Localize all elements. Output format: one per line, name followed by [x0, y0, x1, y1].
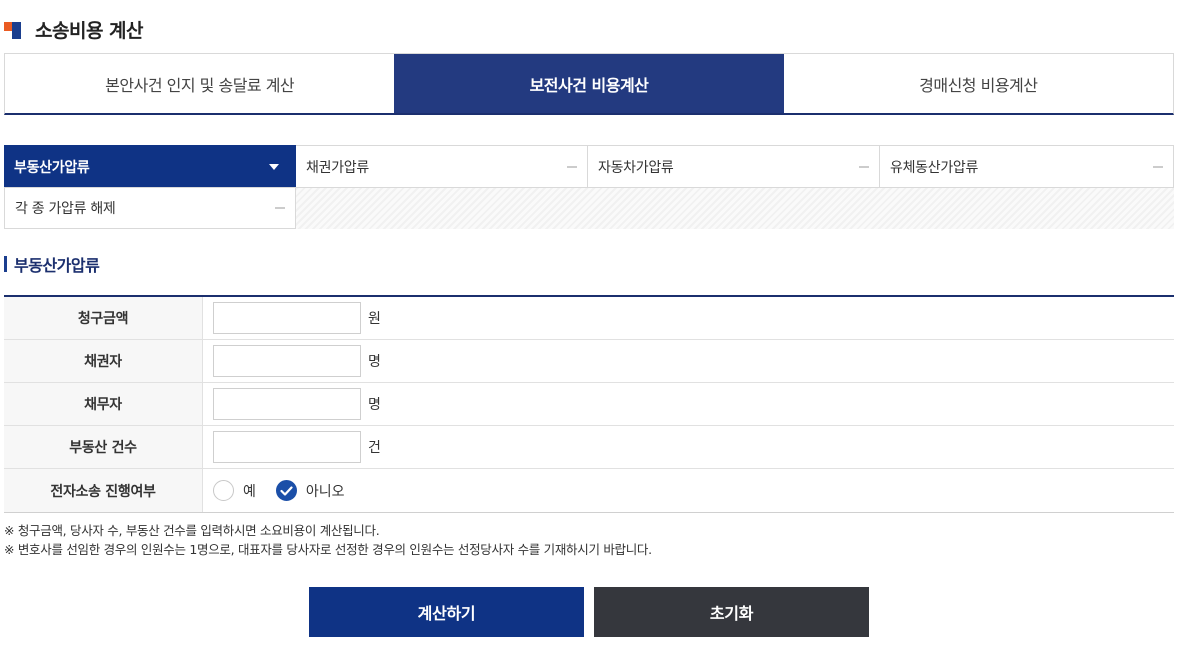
subtab-movable-attachment[interactable]: 유체동산가압류 [880, 145, 1174, 187]
tab-preservation-cost[interactable]: 보전사건 비용계산 [394, 54, 784, 113]
note-line: ※ 청구금액, 당사자 수, 부동산 건수를 입력하시면 소요비용이 계산됩니다… [4, 523, 380, 538]
claim-amount-label: 청구금액 [4, 297, 203, 339]
radio-no[interactable]: 아니오 [275, 480, 345, 501]
check-icon [280, 485, 293, 496]
cost-form: 청구금액 원 채권자 명 채무자 명 부동산 건수 건 전자소송 진행여부 예 … [4, 295, 1174, 513]
subtab-claim-attachment[interactable]: 채권가압류 [296, 145, 588, 187]
radio-yes-label: 예 [243, 483, 256, 500]
empty-tab-area [296, 187, 1174, 229]
page-title: 소송비용 계산 [35, 19, 144, 42]
subtab-vehicle-attachment[interactable]: 자동차가압류 [588, 145, 880, 187]
subtab-real-estate-attachment[interactable]: 부동산가압류 [4, 145, 296, 187]
reset-button[interactable]: 초기화 [594, 587, 869, 637]
claim-amount-unit: 원 [368, 311, 381, 327]
dash-icon [859, 165, 869, 168]
calculate-button[interactable]: 계산하기 [309, 587, 584, 637]
title-mark-icon [4, 20, 21, 39]
dash-icon [275, 207, 285, 209]
subtab-label: 부동산가압류 [14, 159, 90, 176]
claim-amount-input[interactable] [213, 302, 361, 334]
form-row-property-count: 부동산 건수 건 [4, 426, 1174, 469]
debtor-unit: 명 [368, 397, 381, 413]
dash-icon [567, 165, 577, 168]
form-row-debtor: 채무자 명 [4, 383, 1174, 426]
tab-main-litigation-fee[interactable]: 본안사건 인지 및 송달료 계산 [5, 54, 394, 113]
sub-tabs: 부동산가압류 채권가압류 자동차가압류 유체동산가압류 각 종 가압류 해제 [4, 145, 1174, 229]
subtab-attachment-release[interactable]: 각 종 가압류 해제 [4, 187, 296, 229]
tab-auction-cost[interactable]: 경매신청 비용계산 [784, 54, 1173, 113]
property-count-unit: 건 [368, 440, 381, 456]
form-row-claim-amount: 청구금액 원 [4, 297, 1174, 340]
property-count-input[interactable] [213, 431, 361, 463]
section-title: 부동산가압류 [4, 254, 100, 275]
creditor-count-input[interactable] [213, 345, 361, 377]
subtab-label: 자동차가압류 [598, 159, 674, 176]
section-title-text: 부동산가압류 [14, 256, 100, 275]
creditor-label: 채권자 [4, 340, 203, 382]
e-litigation-label: 전자소송 진행여부 [4, 469, 203, 512]
dash-icon [1153, 165, 1163, 168]
radio-yes[interactable]: 예 [213, 480, 256, 501]
form-row-e-litigation: 전자소송 진행여부 예 아니오 [4, 469, 1174, 513]
subtab-label: 유체동산가압류 [890, 159, 979, 176]
note-line: ※ 변호사를 선임한 경우의 인원수는 1명으로, 대표자를 당사자로 선정한 … [4, 542, 652, 557]
notes: ※ 청구금액, 당사자 수, 부동산 건수를 입력하시면 소요비용이 계산됩니다… [4, 521, 652, 559]
subtab-label: 각 종 가압류 해제 [15, 201, 116, 217]
radio-no-label: 아니오 [305, 483, 345, 500]
section-bar-icon [4, 256, 7, 272]
radio-unchecked-icon[interactable] [213, 480, 234, 501]
radio-checked-icon[interactable] [275, 480, 297, 501]
debtor-count-input[interactable] [213, 388, 361, 420]
creditor-unit: 명 [368, 354, 381, 370]
caret-down-icon [269, 163, 279, 170]
page-header: 소송비용 계산 [4, 14, 144, 44]
form-row-creditor: 채권자 명 [4, 340, 1174, 383]
main-tabs: 본안사건 인지 및 송달료 계산 보전사건 비용계산 경매신청 비용계산 [4, 53, 1174, 115]
e-litigation-radio-group: 예 아니오 [213, 480, 365, 501]
debtor-label: 채무자 [4, 383, 203, 425]
subtab-label: 채권가압류 [306, 159, 369, 176]
property-count-label: 부동산 건수 [4, 426, 203, 468]
